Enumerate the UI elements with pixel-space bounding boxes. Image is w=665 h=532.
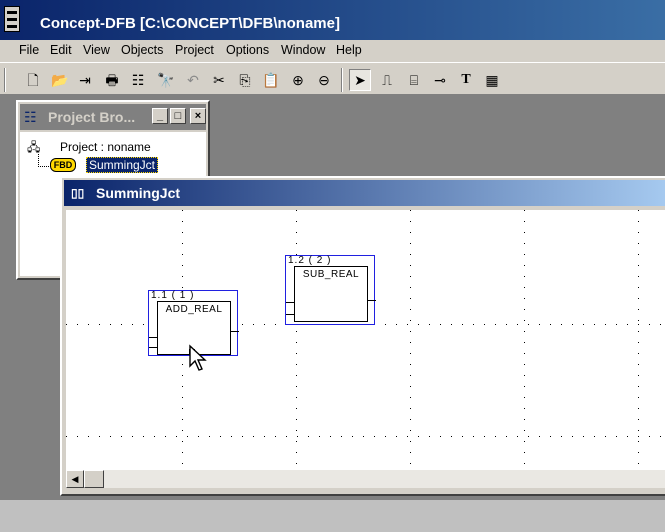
browser-icon: ☷: [24, 109, 37, 125]
editor-title-bar[interactable]: ▯▯ SummingJct: [64, 180, 665, 206]
zoom-out-icon[interactable]: ⊖: [313, 69, 335, 91]
editor-icon: ▯▯: [71, 186, 85, 200]
text-icon[interactable]: T: [455, 69, 477, 91]
menu-window[interactable]: Window: [281, 43, 325, 57]
output-pin[interactable]: [231, 331, 239, 332]
scroll-thumb[interactable]: [84, 470, 104, 488]
horizontal-scrollbar[interactable]: ◀: [66, 470, 665, 488]
grid-line: [66, 436, 665, 437]
menu-view[interactable]: View: [83, 43, 110, 57]
tree-icon[interactable]: ☷: [127, 69, 149, 91]
undo-icon[interactable]: ↶: [182, 69, 204, 91]
app-title: Concept-DFB [C:\CONCEPT\DFB\noname]: [40, 15, 340, 32]
dfb-editor-window: ▯▯ SummingJct 1.1 ( 1 ) ADD_REAL 1.2 ( 2…: [60, 176, 665, 496]
block-id: 1.2 ( 2 ): [288, 255, 332, 266]
menu-file[interactable]: File: [19, 43, 39, 57]
menu-objects[interactable]: Objects: [121, 43, 163, 57]
block-name: ADD_REAL: [165, 304, 223, 315]
block-body: SUB_REAL: [294, 266, 368, 322]
app-icon[interactable]: [4, 6, 20, 32]
link-icon[interactable]: ⎍: [376, 69, 398, 91]
menu-edit[interactable]: Edit: [50, 43, 72, 57]
copy-icon[interactable]: ⎘: [234, 69, 256, 91]
print-icon[interactable]: 🖶: [101, 69, 123, 91]
grid-line: [410, 210, 411, 470]
connect-icon[interactable]: ⊸: [429, 69, 451, 91]
close-button[interactable]: ×: [190, 108, 206, 124]
toolbar: 🗋 📂 ⇥ 🖶 ☷ 🔭 ↶ ✂ ⎘ 📋 ⊕ ⊖ ➤ ⎍ ⌸ ⊸ T ▦: [0, 62, 665, 94]
input-pin[interactable]: [149, 347, 157, 348]
save-icon[interactable]: ⇥: [74, 69, 96, 91]
output-pin[interactable]: [368, 300, 376, 301]
cut-icon[interactable]: ✂: [208, 69, 230, 91]
scroll-left-arrow-icon[interactable]: ◀: [66, 470, 84, 488]
project-browser-title-bar[interactable]: ☷ Project Bro... _ □ ×: [20, 104, 206, 130]
fbd-canvas[interactable]: 1.1 ( 1 ) ADD_REAL 1.2 ( 2 ) SUB_REAL: [66, 210, 665, 470]
menu-options[interactable]: Options: [226, 43, 269, 57]
input-pin[interactable]: [286, 314, 294, 315]
editor-title: SummingJct: [96, 185, 181, 201]
input-pin[interactable]: [149, 337, 157, 338]
open-icon[interactable]: 📂: [49, 69, 71, 91]
project-browser-title: Project Bro...: [48, 109, 136, 125]
status-bar: [0, 500, 665, 532]
block-name: SUB_REAL: [302, 269, 360, 280]
grid-line: [638, 210, 639, 470]
ffb-icon[interactable]: ⌸: [403, 69, 425, 91]
grid-line: [296, 210, 297, 470]
menu-help[interactable]: Help: [336, 43, 362, 57]
maximize-button[interactable]: □: [170, 108, 186, 124]
find-icon[interactable]: 🔭: [155, 69, 177, 91]
paste-icon[interactable]: 📋: [260, 69, 282, 91]
new-icon[interactable]: 🗋: [22, 69, 44, 91]
minimize-button[interactable]: _: [152, 108, 168, 124]
mouse-pointer-icon: [189, 344, 207, 371]
block-id: 1.1 ( 1 ): [151, 290, 195, 301]
function-block-sub-real[interactable]: 1.2 ( 2 ) SUB_REAL: [285, 255, 376, 325]
grid-line: [524, 210, 525, 470]
tree-item-project[interactable]: Project : noname: [60, 140, 151, 154]
menu-bar: File Edit View Objects Project Options W…: [0, 40, 665, 62]
tree-item-summingjct[interactable]: SummingJct: [86, 157, 159, 173]
app-title-bar[interactable]: Concept-DFB [C:\CONCEPT\DFB\noname]: [0, 0, 665, 40]
select-icon[interactable]: ➤: [349, 69, 371, 91]
input-pin[interactable]: [286, 302, 294, 303]
project-icon: 🖧: [27, 140, 41, 154]
fbd-badge-icon: FBD: [50, 158, 76, 172]
grid-icon[interactable]: ▦: [481, 69, 503, 91]
menu-project[interactable]: Project: [175, 43, 214, 57]
zoom-in-icon[interactable]: ⊕: [287, 69, 309, 91]
